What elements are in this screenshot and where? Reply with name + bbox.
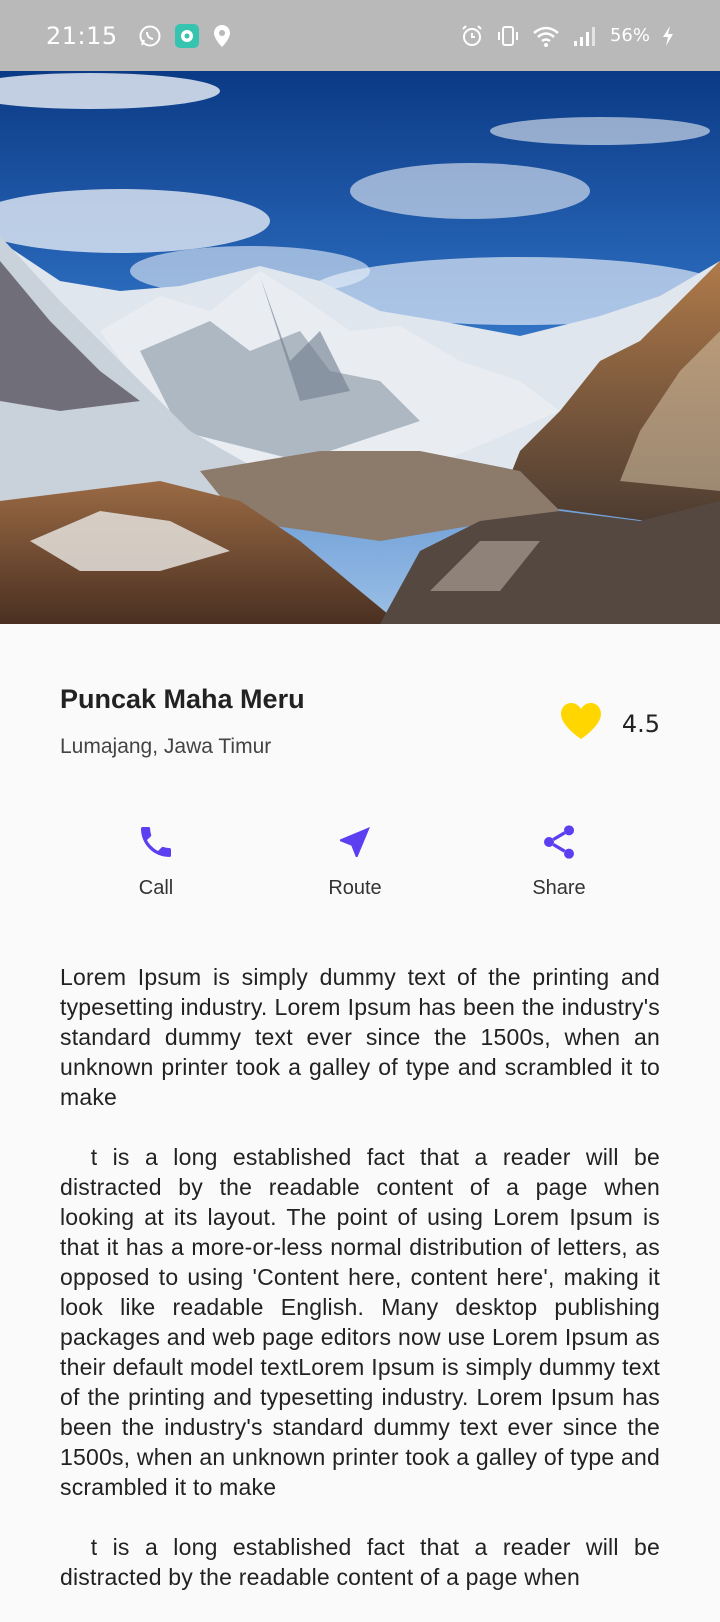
hero-image (0, 71, 720, 624)
place-title: Puncak Maha Meru (60, 684, 305, 714)
charging-icon (662, 25, 674, 46)
action-bar: Call Route Share (0, 822, 720, 902)
place-location: Lumajang, Jawa Timur (60, 735, 272, 758)
whatsapp-icon (138, 24, 162, 48)
description-paragraph: t is a long established fact that a read… (60, 1144, 667, 1500)
alarm-icon (460, 24, 484, 48)
navigation-arrow-icon (335, 822, 375, 867)
battery-level: 56% (609, 25, 650, 46)
clock: 21:15 (46, 21, 118, 50)
vibrate-icon (496, 24, 520, 48)
description-paragraph: t is a long established fact that a read… (60, 1534, 667, 1590)
description: Lorem Ipsum is simply dummy text of the … (60, 962, 660, 1622)
heart-icon (560, 702, 602, 745)
rating-value: 4.5 (621, 709, 660, 738)
location-pin-icon (212, 24, 232, 48)
call-button[interactable]: Call (96, 822, 216, 900)
place-header: Puncak Maha Meru Lumajang, Jawa Timur (60, 684, 305, 759)
route-button[interactable]: Route (295, 822, 415, 900)
signal-icon (572, 24, 598, 48)
phone-icon (136, 822, 176, 867)
route-label: Route (328, 877, 382, 899)
share-label: Share (532, 877, 586, 899)
share-button[interactable]: Share (499, 822, 619, 900)
status-bar: 21:15 56% (0, 0, 720, 71)
call-label: Call (138, 877, 174, 899)
rating[interactable]: 4.5 (560, 702, 660, 745)
messenger-icon (174, 23, 200, 49)
description-paragraph: Lorem Ipsum is simply dummy text of the … (60, 964, 667, 1110)
share-icon (539, 822, 579, 867)
wifi-icon (532, 24, 560, 48)
